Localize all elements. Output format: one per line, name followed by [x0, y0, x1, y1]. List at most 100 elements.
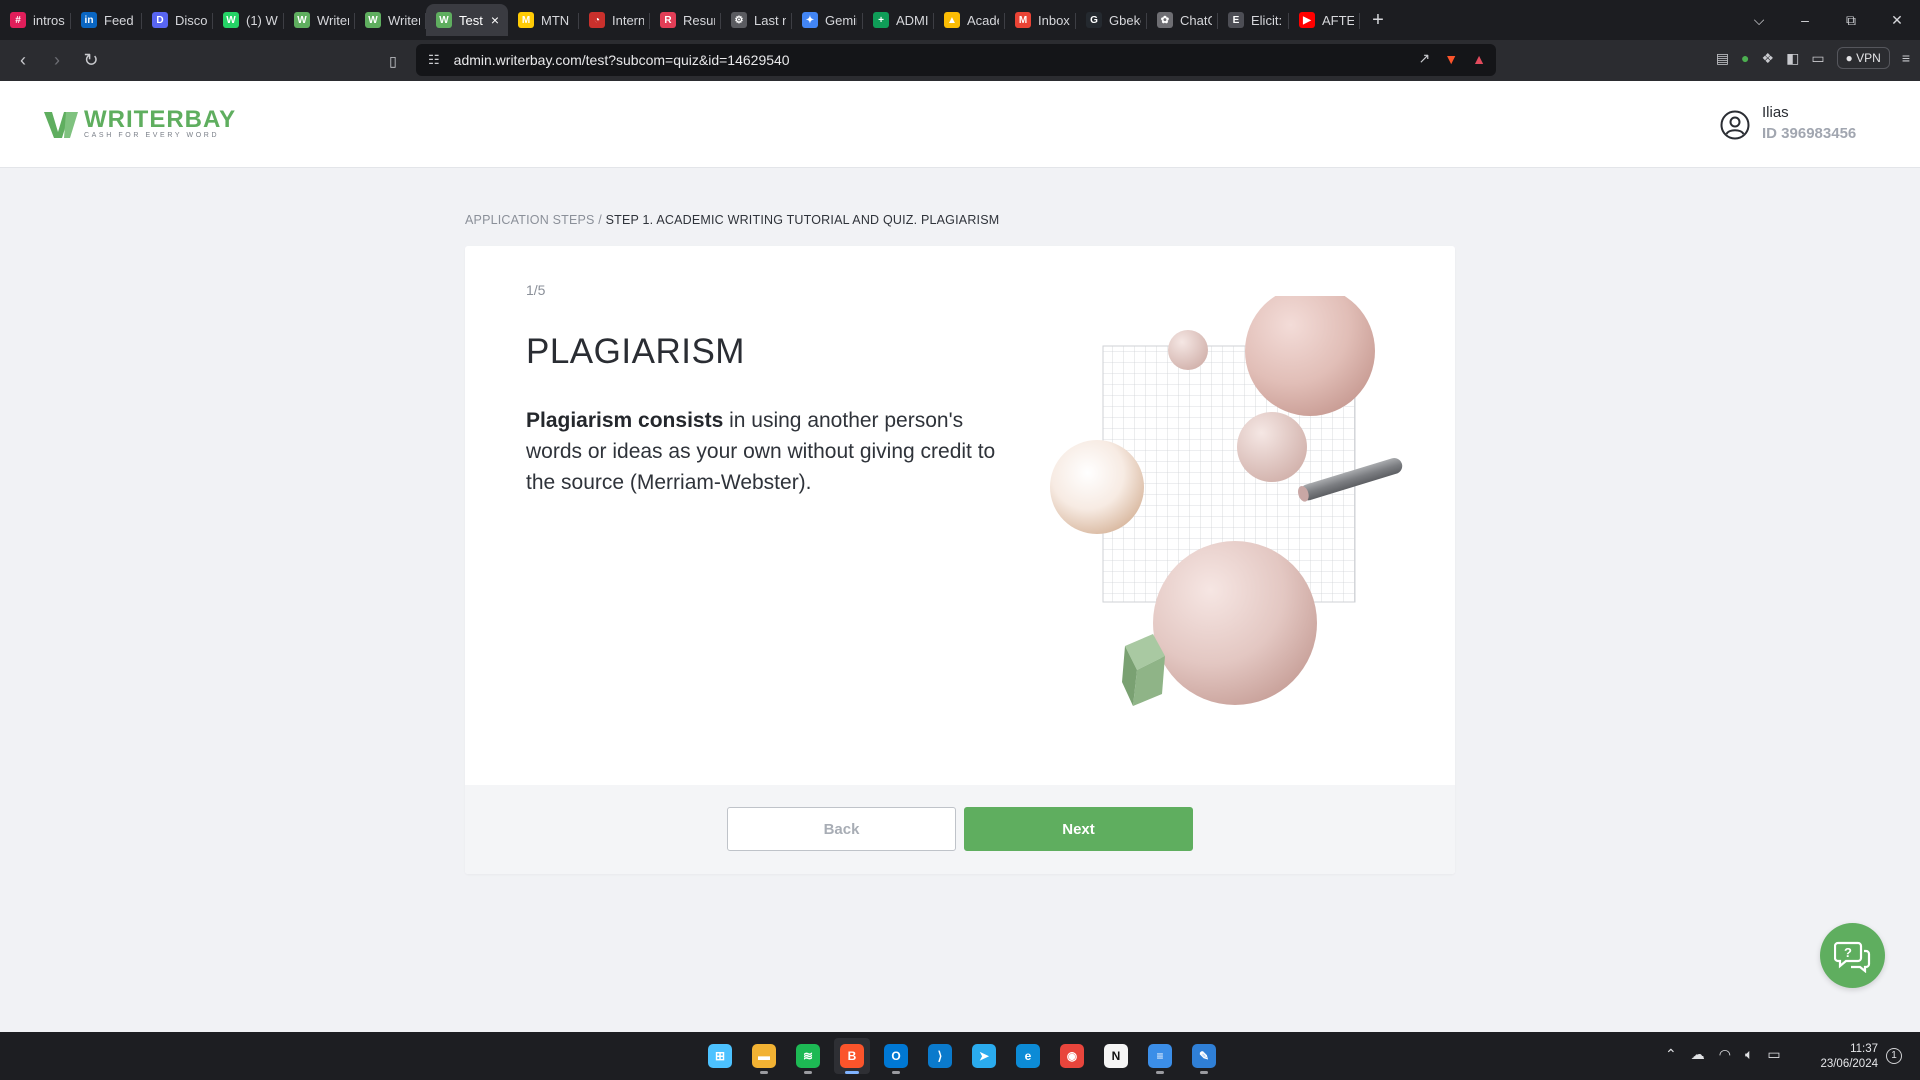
back-button[interactable]: Back	[727, 807, 956, 851]
share-icon[interactable]: ↗	[1419, 50, 1431, 67]
browser-tab-label: (1) Wha	[246, 12, 278, 28]
taskbar-notepad[interactable]: ≡	[1142, 1038, 1178, 1074]
browser-tab-label: Test	[459, 12, 483, 28]
help-chat-button[interactable]: ?	[1820, 923, 1885, 988]
url-text[interactable]: admin.writerbay.com/test?subcom=quiz&id=…	[454, 52, 790, 68]
taskbar-vscode[interactable]: ⟩	[922, 1038, 958, 1074]
sidebar-icon[interactable]: ◧	[1786, 50, 1799, 67]
address-bar-actions: ↗ ▼ ▲	[1419, 50, 1486, 67]
taskbar-notion[interactable]: N	[1098, 1038, 1134, 1074]
extension-icon[interactable]: ●	[1741, 50, 1749, 66]
browser-tab[interactable]: R Resume	[650, 4, 721, 36]
browser-tab[interactable]: E Elicit: Th	[1218, 4, 1289, 36]
restore-icon[interactable]: ⧉	[1828, 12, 1874, 29]
taskbar-apps: ⊞ ▬ ≋ B O ⟩ ➤ e ◉ N ≡ ✎	[702, 1038, 1222, 1074]
brave-shield-icon[interactable]: ▼	[1444, 51, 1458, 67]
site-settings-icon[interactable]: ☷	[428, 52, 440, 68]
taskbar-clock[interactable]: 11:37 23/06/2024	[1812, 1042, 1878, 1072]
gauge-icon: ◔	[589, 12, 605, 28]
resume-icon: R	[660, 12, 676, 28]
puzzle-icon[interactable]: ❖	[1762, 50, 1775, 67]
logo-tagline: CASH FOR EVERY WORD	[84, 132, 220, 139]
user-avatar-icon	[1720, 110, 1750, 140]
reload-icon[interactable]: ↻	[74, 44, 108, 78]
bookmark-icon[interactable]: ▯	[376, 44, 410, 78]
edge-icon: e	[1016, 1044, 1040, 1068]
address-bar[interactable]: ☷ admin.writerbay.com/test?subcom=quiz&i…	[416, 44, 1496, 76]
browser-tab[interactable]: ▶ AFTER S	[1289, 4, 1360, 36]
start-icon: ⊞	[708, 1044, 732, 1068]
user-menu[interactable]: Ilias ID 396983456	[1720, 103, 1856, 145]
whatsapp-icon: W	[223, 12, 239, 28]
taskbar-spotify[interactable]: ≋	[790, 1038, 826, 1074]
notepad-icon: ≡	[1148, 1044, 1172, 1068]
reader-mode-icon[interactable]: ▤	[1716, 50, 1729, 67]
forward-arrow-icon[interactable]: ›	[40, 44, 74, 78]
next-button[interactable]: Next	[964, 807, 1193, 851]
spotify-icon: ≋	[796, 1044, 820, 1068]
browser-tab[interactable]: M MTN M	[508, 4, 579, 36]
browser-tab-label: Gbekoil	[1109, 12, 1141, 28]
wifi-icon[interactable]: ◠	[1719, 1046, 1731, 1063]
writerbay-logo[interactable]: WRITERBAY CASH FOR EVERY WORD	[44, 108, 236, 140]
browser-tab[interactable]: D Discord	[142, 4, 213, 36]
browser-tab[interactable]: ✿ ChatGP	[1147, 4, 1218, 36]
wallet-icon[interactable]: ▭	[1811, 50, 1824, 67]
svg-text:?: ?	[1844, 945, 1852, 960]
menu-icon[interactable]: ≡	[1902, 50, 1910, 66]
taskbar-edge[interactable]: e	[1010, 1038, 1046, 1074]
brave-rewards-icon[interactable]: ▲	[1472, 51, 1486, 67]
browser-tab[interactable]: W Test ×	[426, 4, 508, 36]
sphere-small	[1168, 330, 1208, 370]
telegram-icon: ➤	[972, 1044, 996, 1068]
close-window-icon[interactable]: ✕	[1874, 12, 1920, 29]
browser-tab[interactable]: G Gbekoil	[1076, 4, 1147, 36]
onedrive-icon[interactable]: ☁	[1691, 1046, 1705, 1063]
browser-tab[interactable]: W WriterB	[355, 4, 426, 36]
mtn-icon: M	[518, 12, 534, 28]
extensions-row: ▤ ● ❖ ◧ ▭ ● VPN ≡	[1716, 47, 1910, 69]
browser-tab-label: ADMISS	[896, 12, 928, 28]
browser-tab-label: MTN M	[541, 12, 573, 28]
elicit-icon: E	[1228, 12, 1244, 28]
browser-tab-label: Feed | Li	[104, 12, 136, 28]
tab-search-chevron-icon[interactable]: ⌵	[1736, 12, 1782, 29]
browser-tab[interactable]: ✦ Gemini	[792, 4, 863, 36]
back-arrow-icon[interactable]: ‹	[6, 44, 40, 78]
clock-date: 23/06/2024	[1820, 1058, 1878, 1070]
taskbar-brave[interactable]: B	[834, 1038, 870, 1074]
browser-tab[interactable]: ◔ Internet	[579, 4, 650, 36]
close-tab-icon[interactable]: ×	[491, 12, 499, 28]
new-tab-button[interactable]: +	[1360, 9, 1396, 32]
taskbar-start[interactable]: ⊞	[702, 1038, 738, 1074]
slide-text: Plagiarism consists in using another per…	[526, 405, 996, 498]
taskbar-paint[interactable]: ✎	[1186, 1038, 1222, 1074]
writerbay-icon: W	[294, 12, 310, 28]
browser-tab-label: Resume	[683, 12, 715, 28]
minimize-icon[interactable]: –	[1782, 12, 1828, 28]
volume-icon[interactable]: 🔈︎	[1745, 1046, 1753, 1063]
tray-chevron-up-icon[interactable]: ⌃	[1665, 1046, 1677, 1063]
taskbar-telegram[interactable]: ➤	[966, 1038, 1002, 1074]
taskbar-chrome[interactable]: ◉	[1054, 1038, 1090, 1074]
vpn-label: VPN	[1856, 51, 1881, 65]
browser-tab[interactable]: in Feed | Li	[71, 4, 142, 36]
notification-badge[interactable]: 1	[1886, 1048, 1902, 1064]
browser-tab[interactable]: M Inbox -	[1005, 4, 1076, 36]
window-controls: ⌵ – ⧉ ✕	[1736, 0, 1920, 40]
browser-tab[interactable]: + ADMISS	[863, 4, 934, 36]
taskbar-file-explorer[interactable]: ▬	[746, 1038, 782, 1074]
browser-tab[interactable]: ▲ Academ	[934, 4, 1005, 36]
outlook-icon: O	[884, 1044, 908, 1068]
browser-tab[interactable]: W (1) Wha	[213, 4, 284, 36]
browser-tab-label: Inbox -	[1038, 12, 1070, 28]
breadcrumb-application-steps[interactable]: APPLICATION STEPS	[465, 213, 595, 227]
browser-tab[interactable]: ⚙ Last nar	[721, 4, 792, 36]
taskbar-outlook[interactable]: O	[878, 1038, 914, 1074]
battery-icon[interactable]: ▭	[1767, 1046, 1780, 1063]
browser-tab[interactable]: # intros (C	[0, 4, 71, 36]
browser-tab[interactable]: W WriterB	[284, 4, 355, 36]
vpn-button[interactable]: ● VPN	[1836, 47, 1890, 69]
slide-text-bold: Plagiarism consists	[526, 409, 724, 432]
openai-icon: ✿	[1157, 12, 1173, 28]
